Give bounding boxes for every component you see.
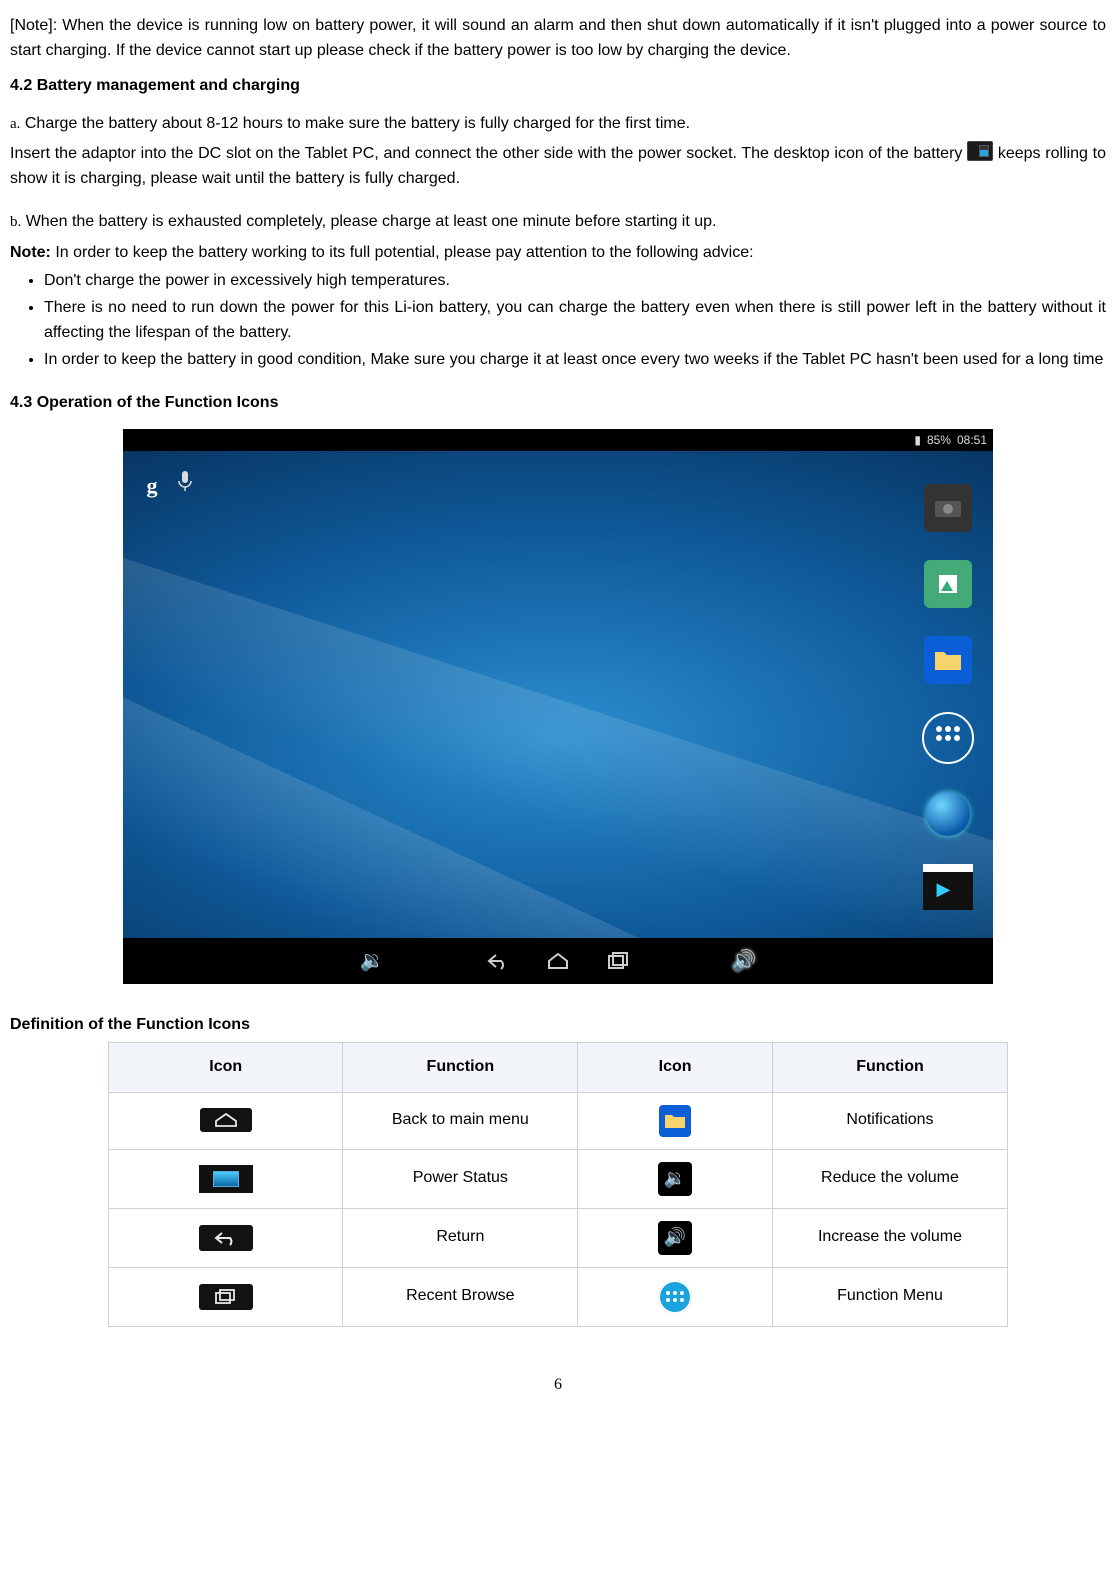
- all-apps-icon[interactable]: [922, 712, 974, 764]
- gallery-app-icon[interactable]: [924, 560, 972, 608]
- advice-item-3: In order to keep the battery in good con…: [44, 348, 1106, 373]
- th-function-2: Function: [772, 1042, 1007, 1092]
- function-menu-icon: [658, 1280, 692, 1314]
- advice-item-1: Don't charge the power in excessively hi…: [44, 269, 1106, 294]
- return-icon: [199, 1225, 253, 1251]
- definition-heading: Definition of the Function Icons: [10, 1013, 1106, 1038]
- cell-icon-notifications: [578, 1092, 773, 1149]
- browser-icon[interactable]: [926, 792, 970, 836]
- cell-icon-volup: 🔊: [578, 1208, 773, 1267]
- cell-icon-home: [109, 1092, 343, 1149]
- note-intro: Note: In order to keep the battery worki…: [10, 241, 1106, 266]
- th-icon-2: Icon: [578, 1042, 773, 1092]
- google-search-icon[interactable]: g: [141, 469, 163, 491]
- insert-adaptor-paragraph: Insert the adaptor into the DC slot on t…: [10, 141, 1106, 192]
- cell-icon-menu: [578, 1267, 773, 1326]
- insert-text-part1: Insert the adaptor into the DC slot on t…: [10, 145, 967, 162]
- status-bar: ▮ 85% 08:51: [123, 429, 993, 451]
- cell-icon-power: [109, 1149, 343, 1208]
- page-number: 6: [10, 1373, 1106, 1398]
- file-manager-icon[interactable]: [924, 636, 972, 684]
- volume-down-icon[interactable]: 🔉: [359, 948, 385, 974]
- app-dock: [920, 484, 975, 910]
- cell-icon-recent: [109, 1267, 343, 1326]
- item-b-letter: b.: [10, 214, 21, 230]
- back-icon[interactable]: [485, 948, 511, 974]
- item-a-letter: a.: [10, 116, 20, 132]
- tablet-home-screenshot: ▮ 85% 08:51 g 🔉: [123, 429, 993, 984]
- battery-icon: ▮: [914, 431, 921, 450]
- note-intro-text: In order to keep the battery working to …: [51, 244, 754, 261]
- cell-func-notifications: Notifications: [772, 1092, 1007, 1149]
- cell-func-home: Back to main menu: [343, 1092, 578, 1149]
- navigation-bar: 🔉 🔊: [123, 938, 993, 984]
- cell-icon-voldown: 🔉: [578, 1149, 773, 1208]
- item-b-text: When the battery is exhausted completely…: [26, 213, 717, 230]
- cell-func-return: Return: [343, 1208, 578, 1267]
- advice-item-2: There is no need to run down the power f…: [44, 296, 1106, 346]
- cell-func-recent: Recent Browse: [343, 1267, 578, 1326]
- recent-apps-icon[interactable]: [605, 948, 631, 974]
- item-a: a. Charge the battery about 8-12 hours t…: [10, 112, 1106, 137]
- voice-search-icon[interactable]: [175, 469, 195, 493]
- battery-charging-icon: [967, 141, 993, 161]
- cell-icon-return: [109, 1208, 343, 1267]
- volume-down-icon: 🔉: [658, 1162, 692, 1196]
- camera-app-icon[interactable]: [924, 484, 972, 532]
- item-a-text: Charge the battery about 8-12 hours to m…: [25, 115, 690, 132]
- note-paragraph: [Note]: When the device is running low o…: [10, 14, 1106, 64]
- item-b: b. When the battery is exhausted complet…: [10, 210, 1106, 235]
- section-4-3-heading: 4.3 Operation of the Function Icons: [10, 391, 1106, 416]
- function-icons-table: Icon Function Icon Function Back to main…: [108, 1042, 1008, 1327]
- cell-func-power: Power Status: [343, 1149, 578, 1208]
- power-status-icon: [199, 1165, 253, 1193]
- folder-icon: [659, 1105, 691, 1137]
- th-function-1: Function: [343, 1042, 578, 1092]
- clock: 08:51: [957, 431, 987, 450]
- home-icon: [200, 1108, 252, 1132]
- section-4-2-heading: 4.2 Battery management and charging: [10, 74, 1106, 99]
- note-label: Note:: [10, 244, 51, 261]
- home-icon[interactable]: [545, 948, 571, 974]
- advice-list: Don't charge the power in excessively hi…: [10, 269, 1106, 372]
- table-row: Back to main menu Notifications: [109, 1092, 1008, 1149]
- battery-percent: 85%: [927, 431, 951, 450]
- volume-up-icon: 🔊: [658, 1221, 692, 1255]
- cell-func-menu: Function Menu: [772, 1267, 1007, 1326]
- volume-up-icon[interactable]: 🔊: [731, 948, 757, 974]
- table-header-row: Icon Function Icon Function: [109, 1042, 1008, 1092]
- table-row: Recent Browse Function Menu: [109, 1267, 1008, 1326]
- table-row: Power Status 🔉 Reduce the volume: [109, 1149, 1008, 1208]
- table-row: Return 🔊 Increase the volume: [109, 1208, 1008, 1267]
- cell-func-volup: Increase the volume: [772, 1208, 1007, 1267]
- video-app-icon[interactable]: [923, 864, 973, 910]
- cell-func-voldown: Reduce the volume: [772, 1149, 1007, 1208]
- th-icon-1: Icon: [109, 1042, 343, 1092]
- recent-browse-icon: [199, 1284, 253, 1310]
